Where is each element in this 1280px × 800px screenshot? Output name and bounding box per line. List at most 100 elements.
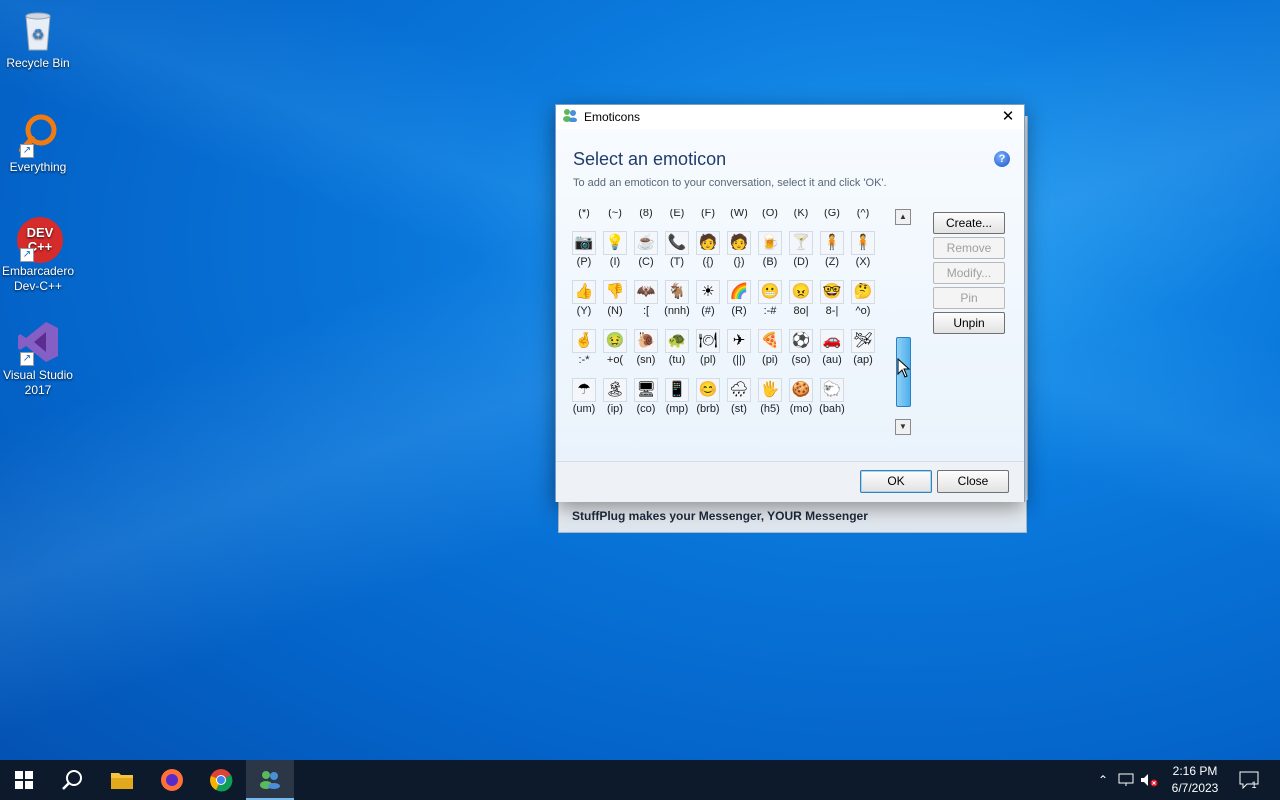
emoticon-cell[interactable]: (ip) (600, 402, 630, 416)
emoticon-image[interactable]: 🧍 (851, 231, 875, 255)
emoticon-cell[interactable]: +o(🏝 (600, 353, 630, 402)
emoticon-cell[interactable]: (sn) 🖥 (631, 353, 661, 402)
emoticon-cell[interactable]: (X) 🤔 (848, 255, 878, 304)
emoticon-image[interactable]: 🛩 (851, 329, 875, 353)
desktop-icon-everything[interactable]: ↗ Everything (0, 112, 76, 175)
emoticon-cell[interactable]: (um) (569, 402, 599, 416)
emoticon-cell[interactable]: (ap) (848, 353, 878, 367)
emoticon-image[interactable]: 🤢 (603, 329, 627, 353)
search-icon[interactable] (48, 760, 96, 800)
emoticon-cell[interactable]: (mp) (662, 402, 692, 416)
emoticon-image[interactable]: 🖐 (758, 378, 782, 402)
network-icon[interactable] (1116, 760, 1136, 800)
desktop-icon-visual-studio[interactable]: ↗ Visual Studio 2017 (0, 320, 76, 398)
emoticon-cell[interactable]: (G) 🧍 (817, 209, 847, 255)
emoticon-cell[interactable]: :-# 🍕 (755, 304, 785, 353)
emoticon-image[interactable]: 🏝 (603, 378, 627, 402)
ok-button[interactable]: OK (860, 470, 932, 493)
emoticon-image[interactable]: ⚽ (789, 329, 813, 353)
emoticon-image[interactable]: 🧑 (696, 231, 720, 255)
pin-button[interactable]: Pin (933, 287, 1005, 309)
help-icon[interactable]: ? (994, 151, 1010, 167)
emoticon-image[interactable]: 📱 (665, 378, 689, 402)
emoticon-cell[interactable]: (brb) (693, 402, 723, 416)
chrome-icon[interactable] (197, 760, 245, 800)
emoticon-image[interactable]: ☀ (696, 280, 720, 304)
emoticon-image[interactable]: 🐑 (820, 378, 844, 402)
messenger-icon[interactable] (246, 760, 294, 800)
emoticon-cell[interactable]: (E) 📞 (662, 209, 692, 255)
emoticon-cell[interactable]: (^) 🧍 (848, 209, 878, 255)
emoticon-cell[interactable]: (B) 😬 (755, 255, 785, 304)
create-button[interactable]: Create... (933, 212, 1005, 234)
show-hidden-icons-icon[interactable]: ⌃ (1094, 760, 1112, 800)
emoticon-cell[interactable]: :-* ☂ (569, 353, 599, 402)
emoticon-image[interactable]: ☂ (572, 378, 596, 402)
emoticon-cell[interactable]: (D) 😠 (786, 255, 816, 304)
emoticon-image[interactable]: 📷 (572, 231, 596, 255)
emoticon-image[interactable]: 😊 (696, 378, 720, 402)
emoticon-image[interactable]: 🦇 (634, 280, 658, 304)
desktop-icon-recycle-bin[interactable]: ♻ Recycle Bin (0, 8, 76, 71)
scroll-down-icon[interactable]: ▼ (895, 419, 911, 435)
emoticon-image[interactable]: 🐐 (665, 280, 689, 304)
emoticon-image[interactable]: 🍽 (696, 329, 720, 353)
emoticon-image[interactable]: 😬 (758, 280, 782, 304)
emoticon-cell[interactable]: (*) 📷 (569, 209, 599, 255)
emoticon-cell[interactable]: (C) 🦇 (631, 255, 661, 304)
emoticon-cell[interactable]: (P) 👍 (569, 255, 599, 304)
scroll-up-icon[interactable]: ▲ (895, 209, 911, 225)
emoticon-scrollbar[interactable]: ▲ ▼ (895, 209, 911, 435)
emoticon-cell[interactable]: (nnh) 🐢 (662, 304, 692, 353)
emoticon-cell[interactable]: :[🐌 (631, 304, 661, 353)
volume-muted-icon[interactable] (1139, 760, 1159, 800)
emoticon-image[interactable]: 😠 (789, 280, 813, 304)
close-icon[interactable]: ✕ (992, 105, 1024, 129)
emoticon-image[interactable]: 📞 (665, 231, 689, 255)
emoticon-image[interactable]: 👍 (572, 280, 596, 304)
emoticon-image[interactable]: 🚗 (820, 329, 844, 353)
emoticon-image[interactable]: 🌧 (727, 378, 751, 402)
emoticon-image[interactable]: 🤔 (851, 280, 875, 304)
emoticon-image[interactable]: ✈ (727, 329, 751, 353)
emoticon-image[interactable]: 🤓 (820, 280, 844, 304)
emoticon-cell[interactable]: (so) 🍪 (786, 353, 816, 402)
emoticon-cell[interactable]: (Y) 🤞 (569, 304, 599, 353)
emoticon-cell[interactable]: 8o| ⚽ (786, 304, 816, 353)
emoticon-cell[interactable]: (~) 💡 (600, 209, 630, 255)
emoticon-cell[interactable]: (#) 🍽 (693, 304, 723, 353)
unpin-button[interactable]: Unpin (933, 312, 1005, 334)
emoticon-image[interactable]: 🖥 (634, 378, 658, 402)
close-button[interactable]: Close (937, 470, 1009, 493)
emoticon-cell[interactable]: (R) ✈ (724, 304, 754, 353)
emoticon-image[interactable]: 🧍 (820, 231, 844, 255)
emoticon-cell[interactable]: (||) 🌧 (724, 353, 754, 402)
emoticon-image[interactable]: 💡 (603, 231, 627, 255)
windows-start-icon[interactable] (0, 760, 48, 800)
emoticon-cell[interactable]: (pl) 😊 (693, 353, 723, 402)
emoticon-cell[interactable]: (h5) (755, 402, 785, 416)
title-bar[interactable]: Emoticons ✕ (556, 105, 1024, 129)
notification-center-icon[interactable]: 1 (1236, 760, 1260, 800)
system-clock[interactable]: 2:16 PM 6/7/2023 (1163, 763, 1227, 797)
emoticon-cell[interactable]: ({) ☀ (693, 255, 723, 304)
emoticon-cell[interactable]: 8-| 🚗 (817, 304, 847, 353)
desktop-icon-devcpp[interactable]: DEV C++ ↗ Embarcadero Dev-C++ (0, 216, 76, 294)
emoticon-image[interactable]: 🌈 (727, 280, 751, 304)
emoticon-cell[interactable]: (W) 🧑 (724, 209, 754, 255)
emoticon-cell[interactable]: (O) 🍺 (755, 209, 785, 255)
emoticon-image[interactable]: 🍪 (789, 378, 813, 402)
emoticon-image[interactable]: 🍕 (758, 329, 782, 353)
emoticon-cell[interactable]: (N) 🤢 (600, 304, 630, 353)
emoticon-cell[interactable]: (co) (631, 402, 661, 416)
emoticon-cell[interactable]: (au) 🐑 (817, 353, 847, 402)
emoticon-cell[interactable]: (st) (724, 402, 754, 416)
emoticon-image[interactable]: 🍸 (789, 231, 813, 255)
emoticon-image[interactable]: 👎 (603, 280, 627, 304)
emoticon-cell[interactable]: (bah) (817, 402, 847, 416)
emoticon-image[interactable]: 🐌 (634, 329, 658, 353)
emoticon-cell[interactable]: (I) 👎 (600, 255, 630, 304)
emoticon-image[interactable]: 🤞 (572, 329, 596, 353)
emoticon-cell[interactable]: (mo) (786, 402, 816, 416)
file-explorer-icon[interactable] (98, 760, 146, 800)
